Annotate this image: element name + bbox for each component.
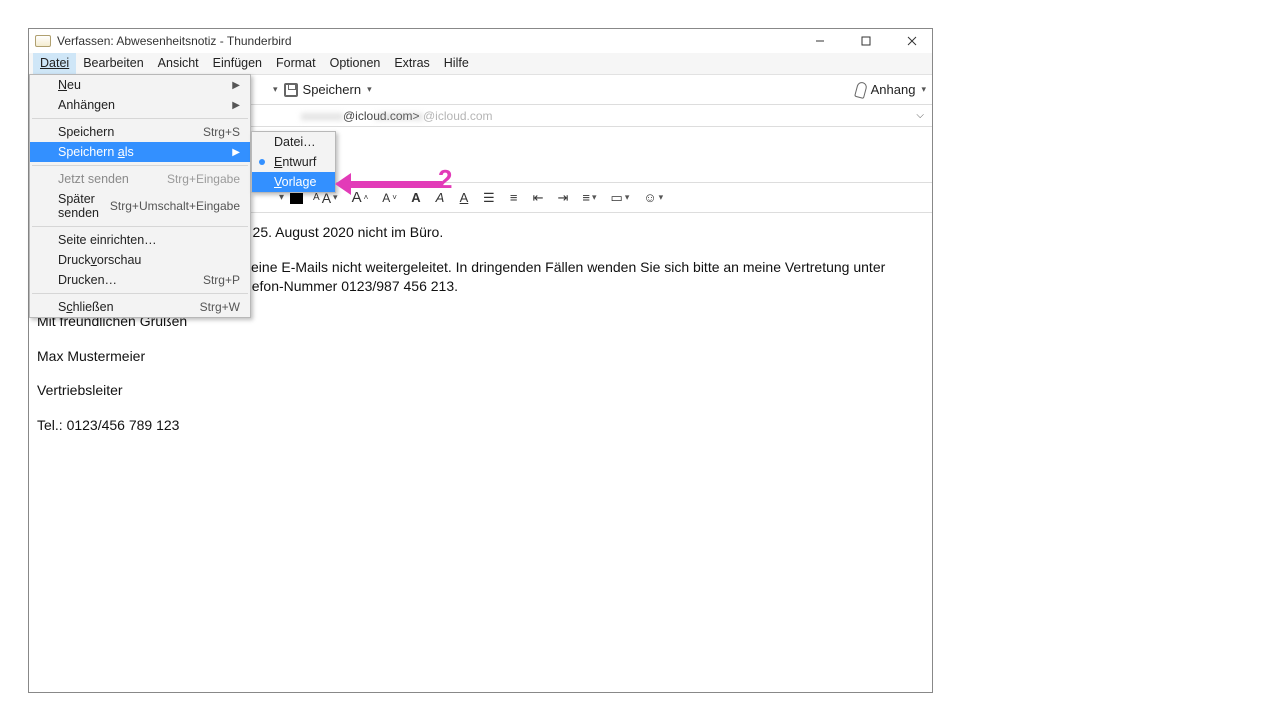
chevron-down-icon[interactable]: ⌵ <box>916 110 924 121</box>
body-line: Max Mustermeier <box>37 347 924 366</box>
bullet-list-button[interactable]: ☰ <box>479 190 499 206</box>
menu-item-spaeter-senden[interactable]: Später sendenStrg+Umschalt+Eingabe <box>30 189 250 223</box>
underline-button[interactable]: A <box>455 190 473 205</box>
menu-datei[interactable]: Datei <box>33 53 76 74</box>
save-button[interactable]: Speichern <box>284 82 362 97</box>
chevron-down-icon[interactable]: ▾ <box>367 84 372 95</box>
menu-item-anhaengen[interactable]: Anhängen▶ <box>30 95 250 115</box>
menu-ansicht[interactable]: Ansicht <box>151 53 206 74</box>
maximize-button[interactable] <box>852 31 880 51</box>
window-title: Verfassen: Abwesenheitsnotiz - Thunderbi… <box>57 34 292 48</box>
menu-item-speichern-als[interactable]: Speichern als▶ <box>30 142 250 162</box>
menu-item-neu[interactable]: Neu▶ <box>30 75 250 95</box>
submenu-item-entwurf[interactable]: Entwurf <box>252 152 335 172</box>
submenu-item-datei[interactable]: Datei… <box>252 132 335 152</box>
body-line: Tel.: 0123/456 789 123 <box>37 416 924 435</box>
menu-separator <box>32 165 248 166</box>
menu-item-schliessen[interactable]: SchließenStrg+W <box>30 297 250 317</box>
annotation-number: 2 <box>438 164 452 195</box>
menu-format[interactable]: Format <box>269 53 323 74</box>
menu-bearbeiten[interactable]: Bearbeiten <box>76 53 150 74</box>
menu-optionen[interactable]: Optionen <box>323 53 388 74</box>
file-menu-dropdown: Neu▶ Anhängen▶ SpeichernStrg+S Speichern… <box>29 74 251 318</box>
radio-dot-icon <box>259 159 265 165</box>
app-icon <box>35 35 51 47</box>
insert-button[interactable]: ▭▾ <box>607 190 634 206</box>
titlebar[interactable]: Verfassen: Abwesenheitsnotiz - Thunderbi… <box>29 29 932 53</box>
font-dropdown[interactable]: ▾ <box>279 192 284 203</box>
emoji-button[interactable]: ☺▾ <box>639 190 667 205</box>
indent-button[interactable]: ⇥ <box>554 190 573 206</box>
menu-item-speichern[interactable]: SpeichernStrg+S <box>30 122 250 142</box>
menu-item-jetzt-senden: Jetzt sendenStrg+Eingabe <box>30 169 250 189</box>
chevron-down-icon[interactable]: ▾ <box>273 84 278 95</box>
align-button[interactable]: ≡▾ <box>578 190 600 205</box>
menu-separator <box>32 293 248 294</box>
menu-extras[interactable]: Extras <box>387 53 436 74</box>
paperclip-icon <box>854 80 868 98</box>
minimize-button[interactable] <box>806 31 834 51</box>
body-line: Vertriebsleiter <box>37 381 924 400</box>
menubar: Datei Bearbeiten Ansicht Einfügen Format… <box>29 53 932 75</box>
save-icon <box>284 83 298 97</box>
close-button[interactable] <box>898 31 926 51</box>
menu-hilfe[interactable]: Hilfe <box>437 53 476 74</box>
save-as-submenu: Datei… Entwurf Vorlage <box>251 131 336 193</box>
annotation-arrow <box>335 173 442 195</box>
outdent-button[interactable]: ⇤ <box>529 190 548 206</box>
menu-einfuegen[interactable]: Einfügen <box>206 53 269 74</box>
number-list-button[interactable]: ≡ <box>505 190 523 205</box>
submenu-item-vorlage[interactable]: Vorlage <box>252 172 335 192</box>
menu-item-seite-einrichten[interactable]: Seite einrichten… <box>30 230 250 250</box>
chevron-down-icon[interactable]: ▾ <box>921 84 926 95</box>
menu-item-drucken[interactable]: Drucken…Strg+P <box>30 270 250 290</box>
menu-separator <box>32 226 248 227</box>
menu-item-druckvorschau[interactable]: Druckvorschau <box>30 250 250 270</box>
attach-button[interactable]: Anhang <box>856 82 916 98</box>
menu-separator <box>32 118 248 119</box>
